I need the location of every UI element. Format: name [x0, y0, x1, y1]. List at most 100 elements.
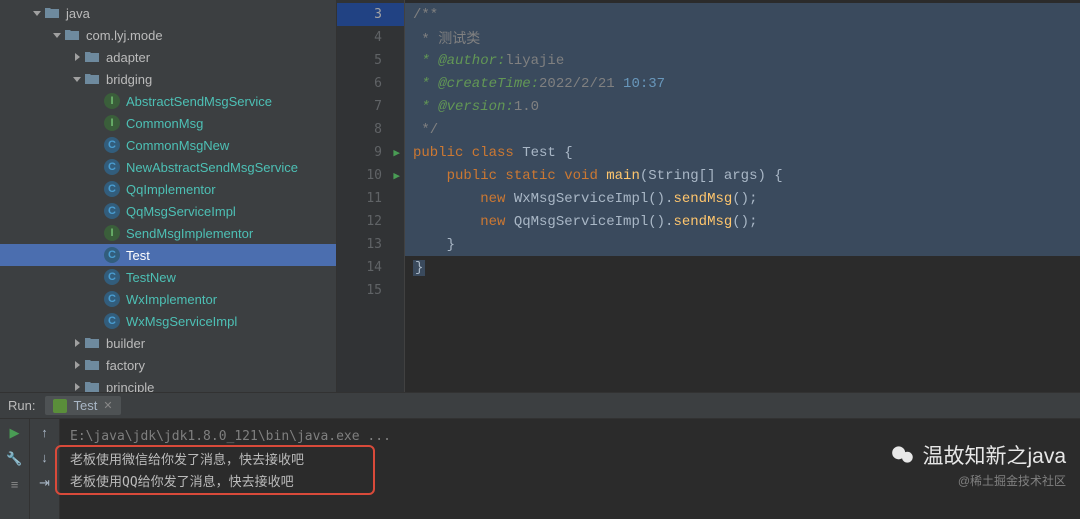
folder-icon	[44, 5, 60, 21]
tree-label: principle	[106, 380, 154, 393]
class-icon: C	[104, 269, 120, 285]
tree-folder-java[interactable]: java	[0, 2, 336, 24]
gutter-line: 15	[337, 279, 404, 302]
interface-icon: I	[104, 225, 120, 241]
tree-label: CommonMsg	[126, 116, 203, 131]
tree-file[interactable]: C TestNew	[0, 266, 336, 288]
close-icon[interactable]: ✕	[103, 399, 112, 412]
chevron-down-icon	[32, 8, 42, 18]
tree-label: TestNew	[126, 270, 176, 285]
settings-button[interactable]: 🔧	[6, 451, 22, 467]
tree-file[interactable]: I SendMsgImplementor	[0, 222, 336, 244]
tree-folder-bridging[interactable]: bridging	[0, 68, 336, 90]
folder-icon	[84, 357, 100, 373]
code-area[interactable]: /** * 测试类 * @author:liyajie * @createTim…	[405, 0, 1080, 392]
code-editor[interactable]: 3 4 5 6 7 8 9▶ 10▶ 11 12 13 14 15 /** * …	[337, 0, 1080, 392]
tree-label: builder	[106, 336, 145, 351]
class-icon: C	[104, 313, 120, 329]
code-line: /**	[405, 3, 1080, 26]
tree-label: WxImplementor	[126, 292, 217, 307]
tree-file[interactable]: C WxMsgServiceImpl	[0, 310, 336, 332]
tree-label: com.lyj.mode	[86, 28, 163, 43]
tree-file[interactable]: C NewAbstractSendMsgService	[0, 156, 336, 178]
folder-icon	[84, 49, 100, 65]
run-tab[interactable]: Test ✕	[45, 396, 120, 415]
tree-file[interactable]: I CommonMsg	[0, 112, 336, 134]
tree-folder-principle[interactable]: principle	[0, 376, 336, 392]
code-line: }	[405, 233, 1080, 256]
code-line: * 测试类	[405, 26, 1080, 49]
console-output[interactable]: E:\java\jdk\jdk1.8.0_121\bin\java.exe ..…	[60, 419, 1080, 519]
tree-file-selected[interactable]: CTest	[0, 244, 336, 266]
tree-file[interactable]: C QqMsgServiceImpl	[0, 200, 336, 222]
code-line: */	[405, 118, 1080, 141]
folder-icon	[84, 379, 100, 392]
run-gutter-icon[interactable]: ▶	[393, 169, 400, 182]
run-gutter-icon[interactable]: ▶	[393, 146, 400, 159]
down-button[interactable]: ↓	[41, 450, 48, 465]
tree-label: WxMsgServiceImpl	[126, 314, 237, 329]
code-line: public class Test {	[405, 141, 1080, 164]
tree-file[interactable]: I AbstractSendMsgService	[0, 90, 336, 112]
tree-label: QqMsgServiceImpl	[126, 204, 236, 219]
run-tab-label: Test	[73, 398, 97, 413]
tree-label: AbstractSendMsgService	[126, 94, 272, 109]
code-line: }	[405, 256, 1080, 279]
chevron-down-icon	[72, 74, 82, 84]
package-icon	[64, 27, 80, 43]
tree-file[interactable]: C QqImplementor	[0, 178, 336, 200]
tree-package[interactable]: com.lyj.mode	[0, 24, 336, 46]
tree-label: NewAbstractSendMsgService	[126, 160, 298, 175]
console-line: E:\java\jdk\jdk1.8.0_121\bin\java.exe ..…	[70, 425, 1070, 447]
chevron-down-icon	[52, 30, 62, 40]
class-icon: C	[104, 203, 120, 219]
gutter-line: 8	[337, 118, 404, 141]
gutter-line: 7	[337, 95, 404, 118]
gutter-line: 4	[337, 26, 404, 49]
gutter-line: 14	[337, 256, 404, 279]
code-line: * @version:1.0	[405, 95, 1080, 118]
gutter-line: 3	[337, 3, 404, 26]
tree-label: Test	[126, 248, 150, 263]
folder-icon	[84, 335, 100, 351]
run-panel: Run: Test ✕ ▶ 🔧 ≡ ↑ ↓ ⇥ E:\java\jdk\jdk1…	[0, 392, 1080, 519]
folder-icon	[84, 71, 100, 87]
gutter-line: 10▶	[337, 164, 404, 187]
wrap-button[interactable]: ⇥	[39, 475, 50, 491]
interface-icon: I	[104, 93, 120, 109]
class-icon: C	[104, 291, 120, 307]
class-icon: C	[104, 137, 120, 153]
class-icon: C	[104, 181, 120, 197]
tree-folder-builder[interactable]: builder	[0, 332, 336, 354]
tree-label: CommonMsgNew	[126, 138, 229, 153]
tree-folder-adapter[interactable]: adapter	[0, 46, 336, 68]
tree-file[interactable]: C CommonMsgNew	[0, 134, 336, 156]
run-toolbar: ▶ 🔧 ≡	[0, 419, 30, 519]
project-tree[interactable]: java com.lyj.mode adapter bridging	[0, 0, 337, 392]
class-icon: C	[104, 159, 120, 175]
gutter-line: 5	[337, 49, 404, 72]
rerun-button[interactable]: ▶	[10, 425, 20, 441]
code-line	[405, 279, 1080, 302]
tree-folder-factory[interactable]: factory	[0, 354, 336, 376]
tree-label: SendMsgImplementor	[126, 226, 253, 241]
code-line: * @createTime:2022/2/21 10:37	[405, 72, 1080, 95]
chevron-right-icon	[72, 338, 82, 348]
tree-file[interactable]: C WxImplementor	[0, 288, 336, 310]
app-icon	[53, 399, 67, 413]
code-line: new QqMsgServiceImpl().sendMsg();	[405, 210, 1080, 233]
run-header: Run: Test ✕	[0, 393, 1080, 419]
gutter-line: 6	[337, 72, 404, 95]
up-button[interactable]: ↑	[41, 425, 48, 440]
console-line: 老板使用微信给你发了消息，快去接收吧	[70, 447, 1070, 469]
tree-label: bridging	[106, 72, 152, 87]
gutter-line: 13	[337, 233, 404, 256]
tree-label: QqImplementor	[126, 182, 216, 197]
stop-button[interactable]: ≡	[11, 477, 19, 492]
tree-label: factory	[106, 358, 145, 373]
run-label: Run:	[8, 398, 35, 413]
chevron-right-icon	[72, 360, 82, 370]
code-line: new WxMsgServiceImpl().sendMsg();	[405, 187, 1080, 210]
interface-icon: I	[104, 115, 120, 131]
run-subtoolbar: ↑ ↓ ⇥	[30, 419, 60, 519]
